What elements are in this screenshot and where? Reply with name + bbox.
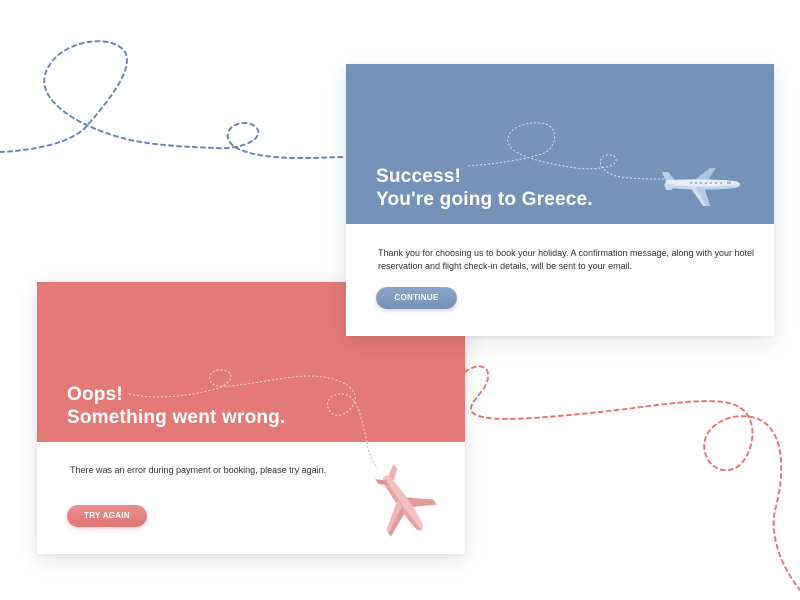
success-title-line1: Success! [376,166,462,187]
page-stage: Oops! Something went wrong. There was an… [0,0,800,600]
error-title: Oops! Something went wrong. [67,383,285,429]
red-dashed-flight-path [464,365,800,591]
error-title-line1: Oops! [67,384,123,405]
error-message: There was an error during payment or boo… [70,465,327,475]
success-title-line2: You're going to Greece. [376,189,593,210]
try-again-button[interactable]: TRY AGAIN [67,505,147,527]
success-card: Success! You're going to Greece. Thank y… [346,64,774,336]
success-message: Thank you for choosing us to book your h… [378,248,755,271]
success-title: Success! You're going to Greece. [376,165,593,211]
error-title-line2: Something went wrong. [67,407,286,428]
continue-button[interactable]: CONTINUE [376,287,457,309]
blue-dashed-flight-path [0,40,347,160]
success-card-header: Success! You're going to Greece. [346,64,774,224]
airplane-icon [662,168,740,206]
